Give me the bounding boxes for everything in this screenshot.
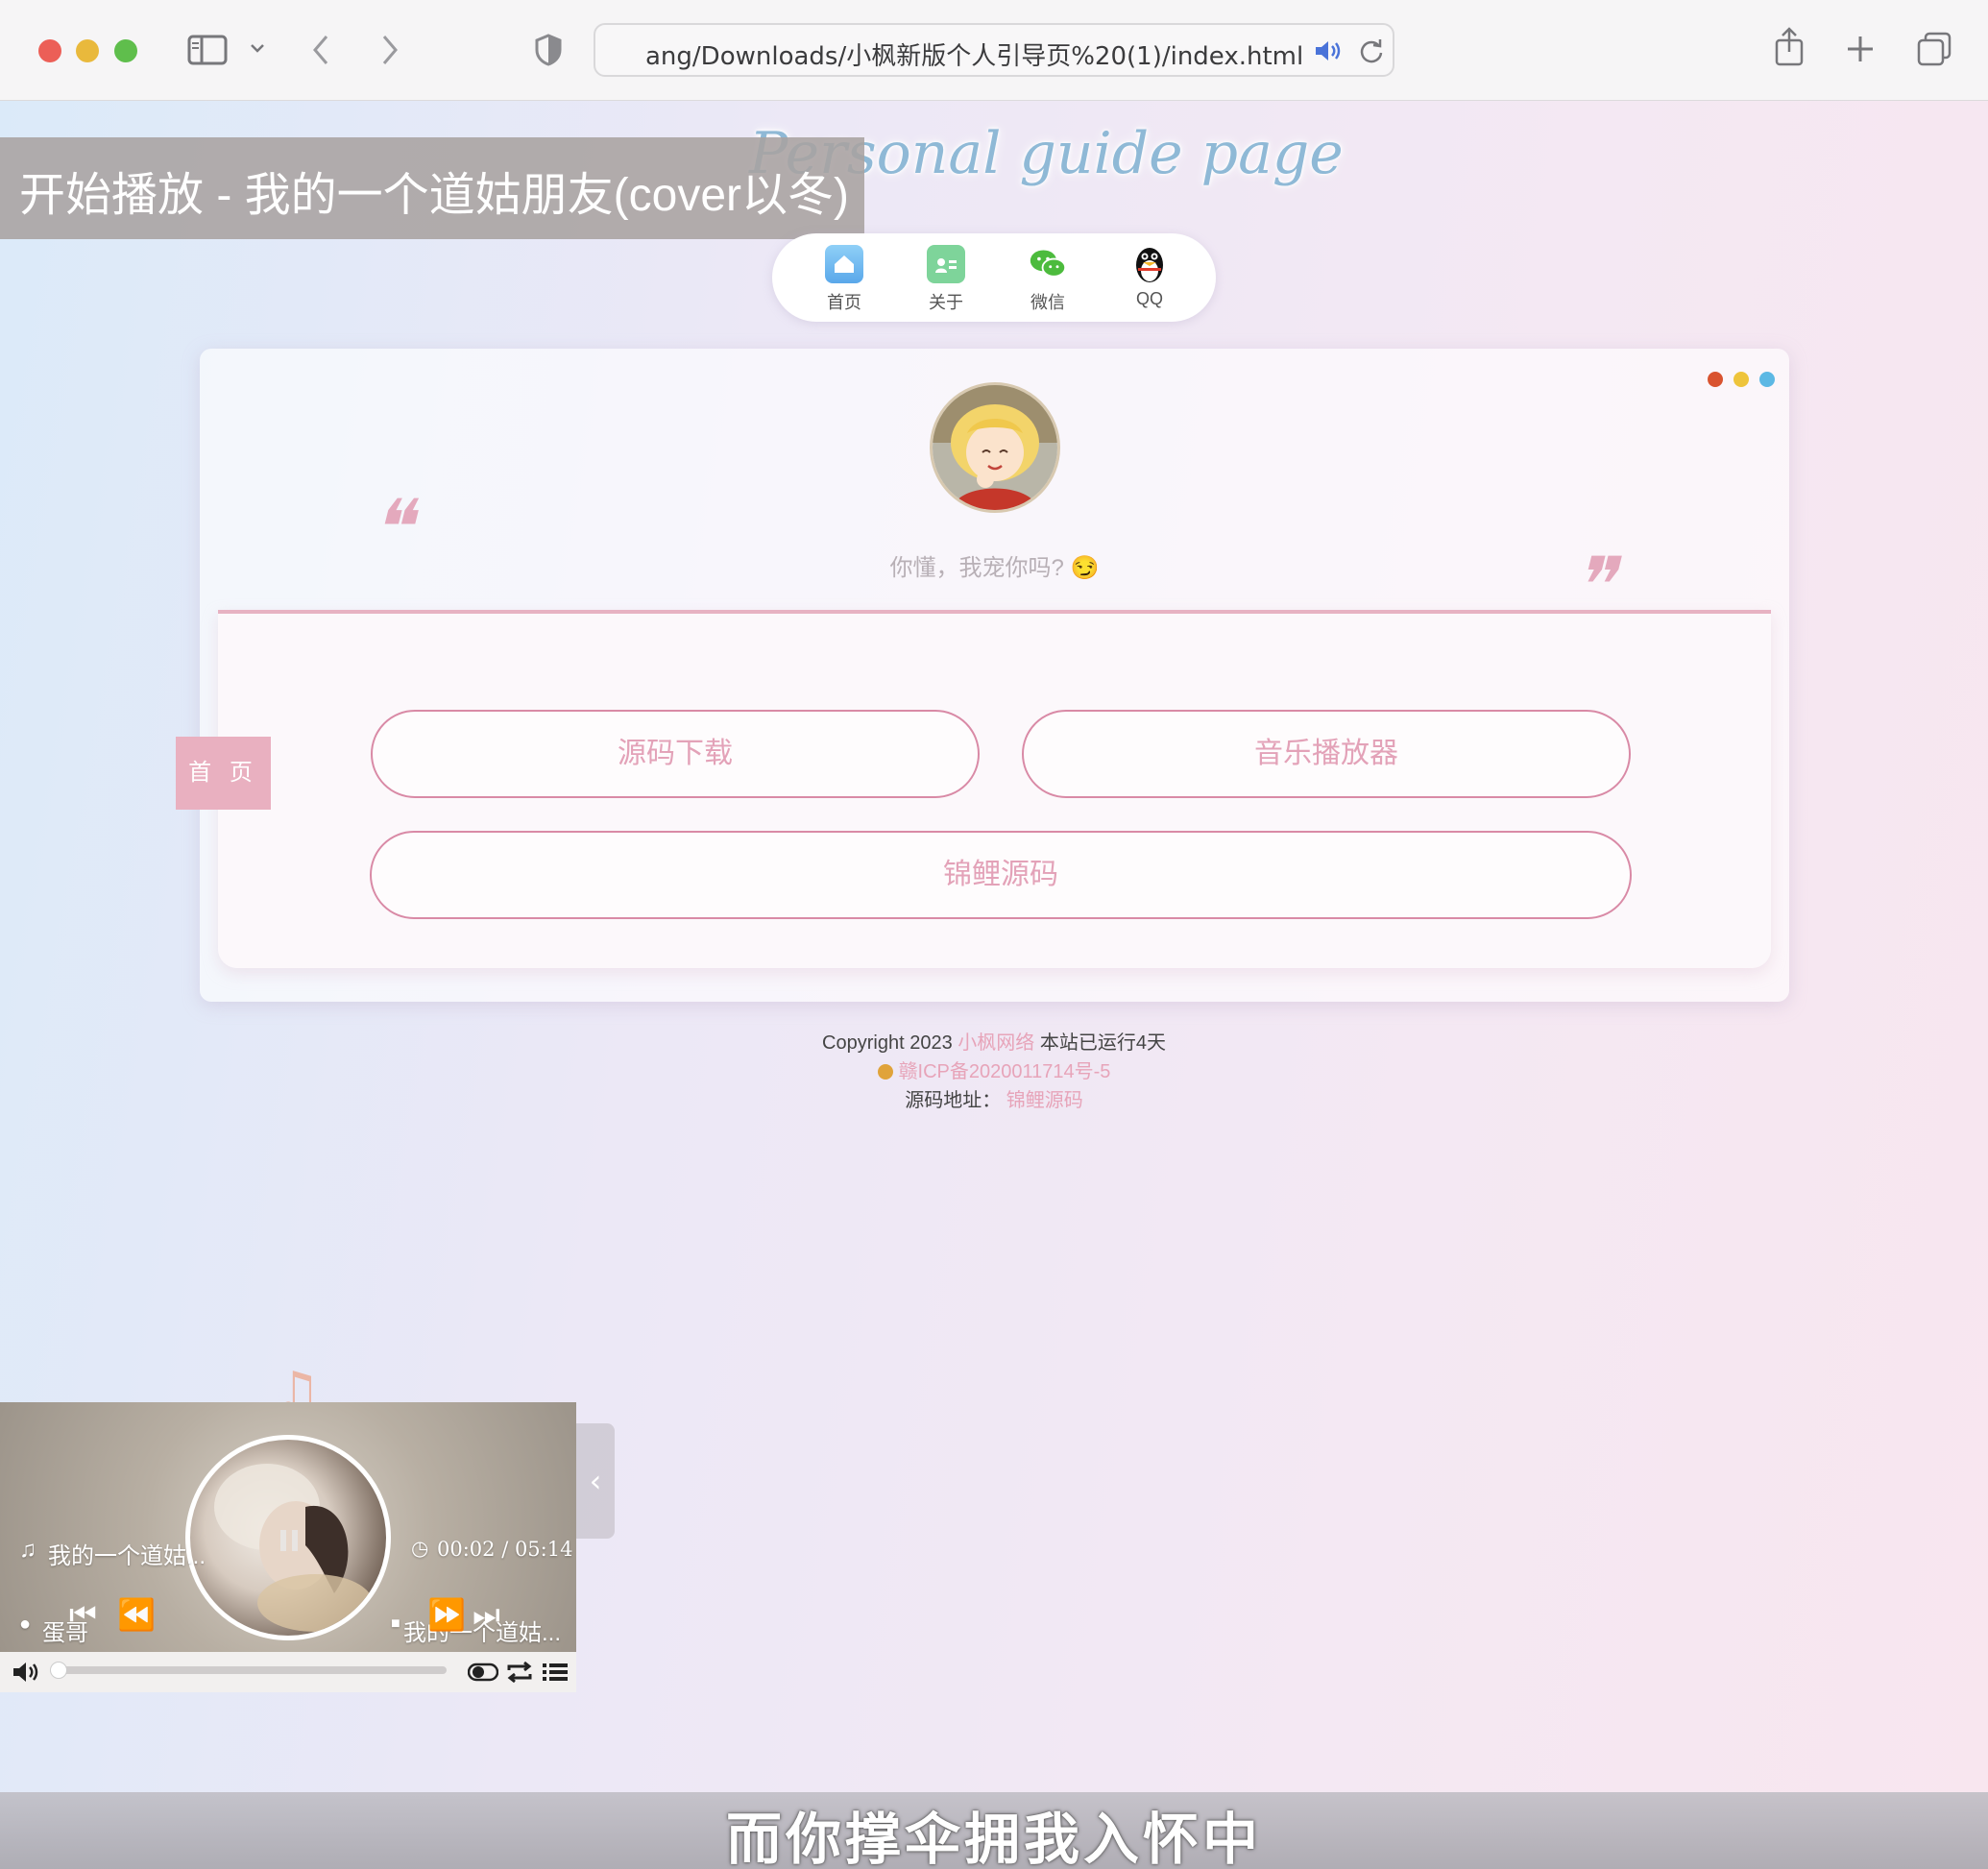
playlist-icon[interactable] bbox=[542, 1662, 569, 1683]
user-icon: ● bbox=[19, 1614, 32, 1635]
avatar[interactable] bbox=[930, 382, 1060, 513]
nav-label-about: 关于 bbox=[929, 293, 963, 312]
close-window-button[interactable] bbox=[38, 39, 61, 62]
nav-item-wechat[interactable]: 微信 bbox=[1009, 245, 1086, 314]
clock-icon: ◷ bbox=[411, 1538, 429, 1560]
progress-knob[interactable] bbox=[50, 1662, 67, 1679]
new-tab-icon[interactable] bbox=[1846, 35, 1875, 63]
subtitle-text: 而你撑伞拥我入怀中 bbox=[725, 1808, 1262, 1869]
player-collapse-button[interactable]: ‹ bbox=[576, 1423, 615, 1539]
music-player-button[interactable]: 音乐播放器 bbox=[1022, 710, 1631, 798]
police-badge-icon bbox=[877, 1064, 893, 1080]
calendar-contact-icon bbox=[927, 245, 965, 283]
profile-card: ❝ 你懂，我宠你吗? 😏 ❞ 源码下载 音乐播放器 锦鲤源码 bbox=[200, 349, 1789, 1002]
tab-overview-icon[interactable] bbox=[1916, 31, 1952, 67]
motto-text: 你懂，我宠你吗? 😏 bbox=[889, 555, 1100, 581]
window-dot-blue bbox=[1759, 372, 1775, 387]
qq-penguin-icon bbox=[1130, 245, 1169, 283]
player-time: 00:02 / 05:14 bbox=[437, 1538, 573, 1561]
source-download-button[interactable]: 源码下载 bbox=[371, 710, 980, 798]
player-song-title: 我的一个道姑... bbox=[48, 1543, 206, 1569]
progress-track[interactable] bbox=[58, 1666, 447, 1674]
source-link[interactable]: 锦鲤源码 bbox=[1006, 1090, 1083, 1111]
back-icon[interactable] bbox=[309, 33, 332, 67]
now-playing-toast: 开始播放 - 我的一个道姑朋友(cover以冬) bbox=[0, 137, 864, 239]
chevron-left-icon: ‹ bbox=[589, 1463, 602, 1499]
window-dot-yellow bbox=[1733, 372, 1749, 387]
home-icon bbox=[825, 245, 863, 283]
album-cover-disc[interactable] bbox=[185, 1435, 391, 1640]
footer-icp-line: 赣ICP备2020011714号-5 bbox=[0, 1057, 1988, 1086]
toast-text: 开始播放 - 我的一个道姑朋友(cover以冬) bbox=[19, 170, 850, 221]
repeat-icon[interactable] bbox=[505, 1661, 534, 1684]
footer-copyright-line: Copyright 2023 小枫网络 本站已运行4天 bbox=[0, 1029, 1988, 1057]
volume-icon[interactable] bbox=[12, 1660, 40, 1685]
rewind-icon[interactable]: ⏪ bbox=[117, 1596, 156, 1633]
home-panel: 源码下载 音乐播放器 锦鲤源码 bbox=[218, 610, 1771, 968]
nav-item-qq[interactable]: QQ bbox=[1111, 245, 1188, 309]
icp-link[interactable]: 赣ICP备2020011714号-5 bbox=[899, 1061, 1111, 1082]
sidebar-toggle-icon[interactable] bbox=[187, 35, 228, 65]
running-days-text: 本站已运行4天 bbox=[1039, 1032, 1166, 1054]
browser-toolbar: ang/Downloads/小枫新版个人引导页%20(1)/index.html bbox=[0, 0, 1988, 101]
nav-label-wechat: 微信 bbox=[1030, 293, 1065, 312]
forward-icon[interactable] bbox=[378, 33, 401, 67]
fast-forward-icon[interactable]: ⏩ bbox=[427, 1596, 466, 1633]
music-note-small-icon: ♫ bbox=[19, 1537, 36, 1563]
source-label: 源码地址： bbox=[905, 1090, 1002, 1111]
wechat-icon bbox=[1029, 245, 1067, 283]
skip-forward-icon[interactable]: ⏭ bbox=[473, 1596, 500, 1634]
tab-home[interactable]: 首 页 bbox=[176, 737, 271, 810]
reload-icon[interactable] bbox=[1358, 36, 1385, 65]
copyright-text: Copyright 2023 bbox=[822, 1032, 953, 1054]
nav-label-qq: QQ bbox=[1135, 289, 1163, 308]
top-nav: 首页 关于 微信 QQ bbox=[772, 233, 1216, 322]
site-name-link[interactable]: 小枫网络 bbox=[958, 1032, 1034, 1054]
share-icon[interactable] bbox=[1774, 27, 1805, 67]
privacy-shield-icon[interactable] bbox=[534, 33, 563, 67]
nav-label-home: 首页 bbox=[827, 293, 861, 312]
nav-item-about[interactable]: 关于 bbox=[908, 245, 984, 314]
address-bar[interactable]: ang/Downloads/小枫新版个人引导页%20(1)/index.html bbox=[594, 23, 1394, 77]
nav-item-home[interactable]: 首页 bbox=[806, 245, 883, 314]
album-icon: ■ bbox=[391, 1615, 400, 1632]
audio-playing-icon[interactable] bbox=[1314, 38, 1343, 63]
koi-source-button[interactable]: 锦鲤源码 bbox=[370, 831, 1632, 919]
address-text: ang/Downloads/小枫新版个人引导页%20(1)/index.html bbox=[645, 42, 1304, 71]
minimize-window-button[interactable] bbox=[76, 39, 99, 62]
footer: Copyright 2023 小枫网络 本站已运行4天 赣ICP备2020011… bbox=[0, 1029, 1988, 1115]
footer-source-line: 源码地址： 锦鲤源码 bbox=[0, 1086, 1988, 1115]
toggle-icon[interactable] bbox=[468, 1663, 498, 1682]
zoom-window-button[interactable] bbox=[114, 39, 137, 62]
chevron-down-icon[interactable] bbox=[250, 42, 265, 54]
skip-back-icon[interactable]: ⏮ bbox=[69, 1596, 97, 1634]
window-dot-red bbox=[1708, 372, 1723, 387]
